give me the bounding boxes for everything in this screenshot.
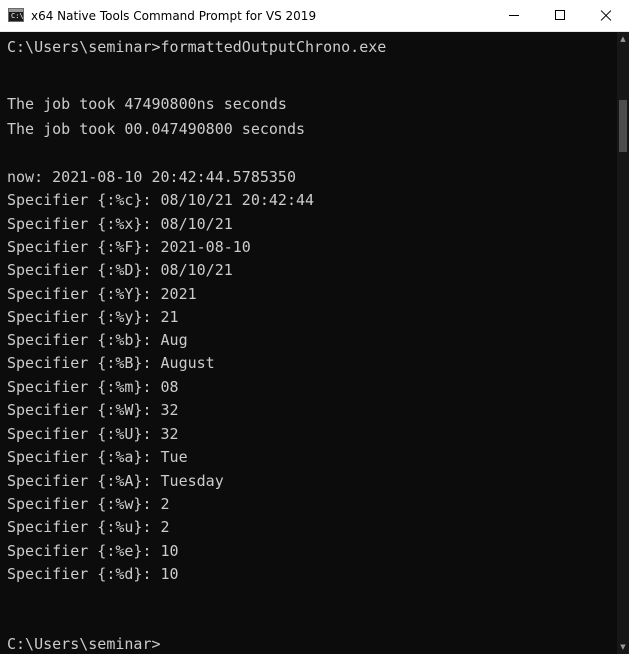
console-line: Specifier {:%a}: Tue bbox=[7, 448, 188, 466]
minimize-button[interactable] bbox=[491, 0, 537, 31]
console-line: Specifier {:%U}: 32 bbox=[7, 425, 179, 443]
console-line: Specifier {:%w}: 2 bbox=[7, 495, 170, 513]
console-line: Specifier {:%Y}: 2021 bbox=[7, 285, 197, 303]
console-line: Specifier {:%y}: 21 bbox=[7, 308, 179, 326]
console-line: The job took 00.047490800 seconds bbox=[7, 120, 306, 138]
console-line: Specifier {:%B}: August bbox=[7, 354, 215, 372]
console-line: Specifier {:%x}: 08/10/21 bbox=[7, 215, 233, 233]
console-line: Specifier {:%F}: 2021-08-10 bbox=[7, 238, 251, 256]
console-prompt-line: C:\Users\seminar> bbox=[7, 635, 161, 653]
vertical-scrollbar[interactable]: ▲ ▼ bbox=[617, 32, 629, 654]
minimize-icon bbox=[509, 15, 519, 16]
scroll-down-arrow-icon[interactable]: ▼ bbox=[617, 640, 629, 654]
console-line: Specifier {:%m}: 08 bbox=[7, 378, 179, 396]
console-line: Specifier {:%u}: 2 bbox=[7, 518, 170, 536]
app-icon-glyph: C:\ bbox=[11, 12, 24, 20]
console-line: Specifier {:%d}: 10 bbox=[7, 565, 179, 583]
scroll-up-arrow-icon[interactable]: ▲ bbox=[617, 32, 629, 46]
console-output-area[interactable]: C:\Users\seminar>formattedOutputChrono.e… bbox=[0, 32, 617, 654]
console-line: Specifier {:%c}: 08/10/21 20:42:44 bbox=[7, 191, 315, 209]
console-line: Specifier {:%D}: 08/10/21 bbox=[7, 261, 233, 279]
title-bar[interactable]: C:\ x64 Native Tools Command Prompt for … bbox=[0, 0, 629, 32]
maximize-button[interactable] bbox=[537, 0, 583, 31]
console-line: Specifier {:%b}: Aug bbox=[7, 331, 188, 349]
console-line: Specifier {:%A}: Tuesday bbox=[7, 472, 224, 490]
console-line: Specifier {:%e}: 10 bbox=[7, 542, 179, 560]
console-line: Specifier {:%W}: 32 bbox=[7, 401, 179, 419]
console-app-icon[interactable]: C:\ bbox=[8, 8, 24, 22]
close-button[interactable] bbox=[583, 0, 629, 31]
scrollbar-thumb[interactable] bbox=[619, 100, 627, 152]
maximize-icon bbox=[555, 10, 565, 20]
console-line: The job took 47490800ns seconds bbox=[7, 95, 287, 113]
console-line: C:\Users\seminar>formattedOutputChrono.e… bbox=[7, 38, 387, 56]
window-title: x64 Native Tools Command Prompt for VS 2… bbox=[31, 9, 317, 23]
command-prompt-window: C:\ x64 Native Tools Command Prompt for … bbox=[0, 0, 629, 654]
console-line: now: 2021-08-10 20:42:44.5785350 bbox=[7, 168, 296, 186]
